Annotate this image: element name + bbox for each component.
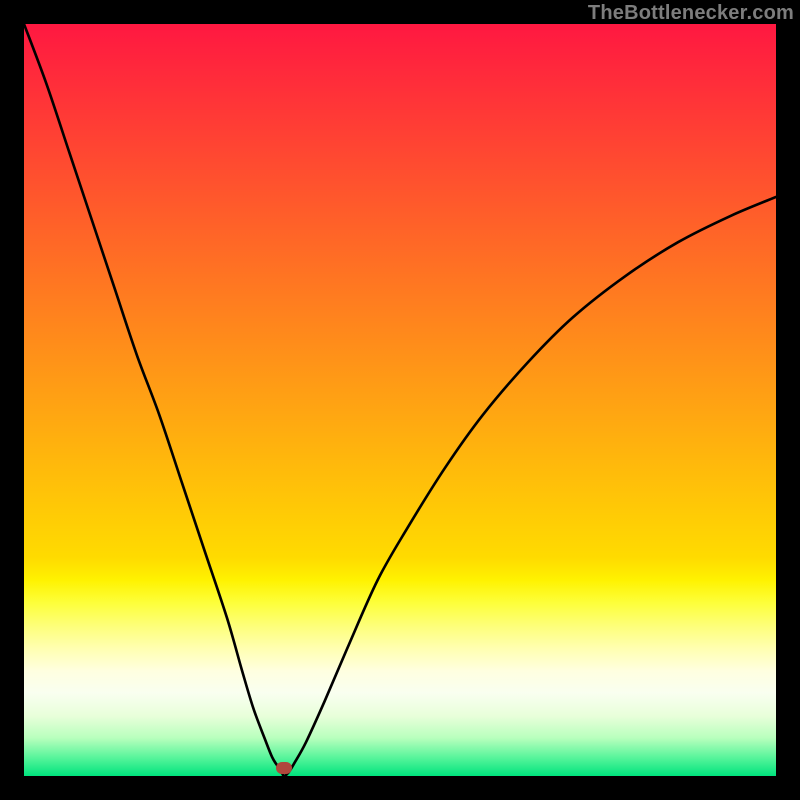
curve-layer: [24, 24, 776, 776]
bottleneck-curve: [24, 24, 776, 776]
minimum-marker: [276, 762, 292, 774]
plot-area: [24, 24, 776, 776]
watermark-text: TheBottlenecker.com: [588, 2, 794, 25]
chart-frame: TheBottlenecker.com: [0, 0, 800, 800]
